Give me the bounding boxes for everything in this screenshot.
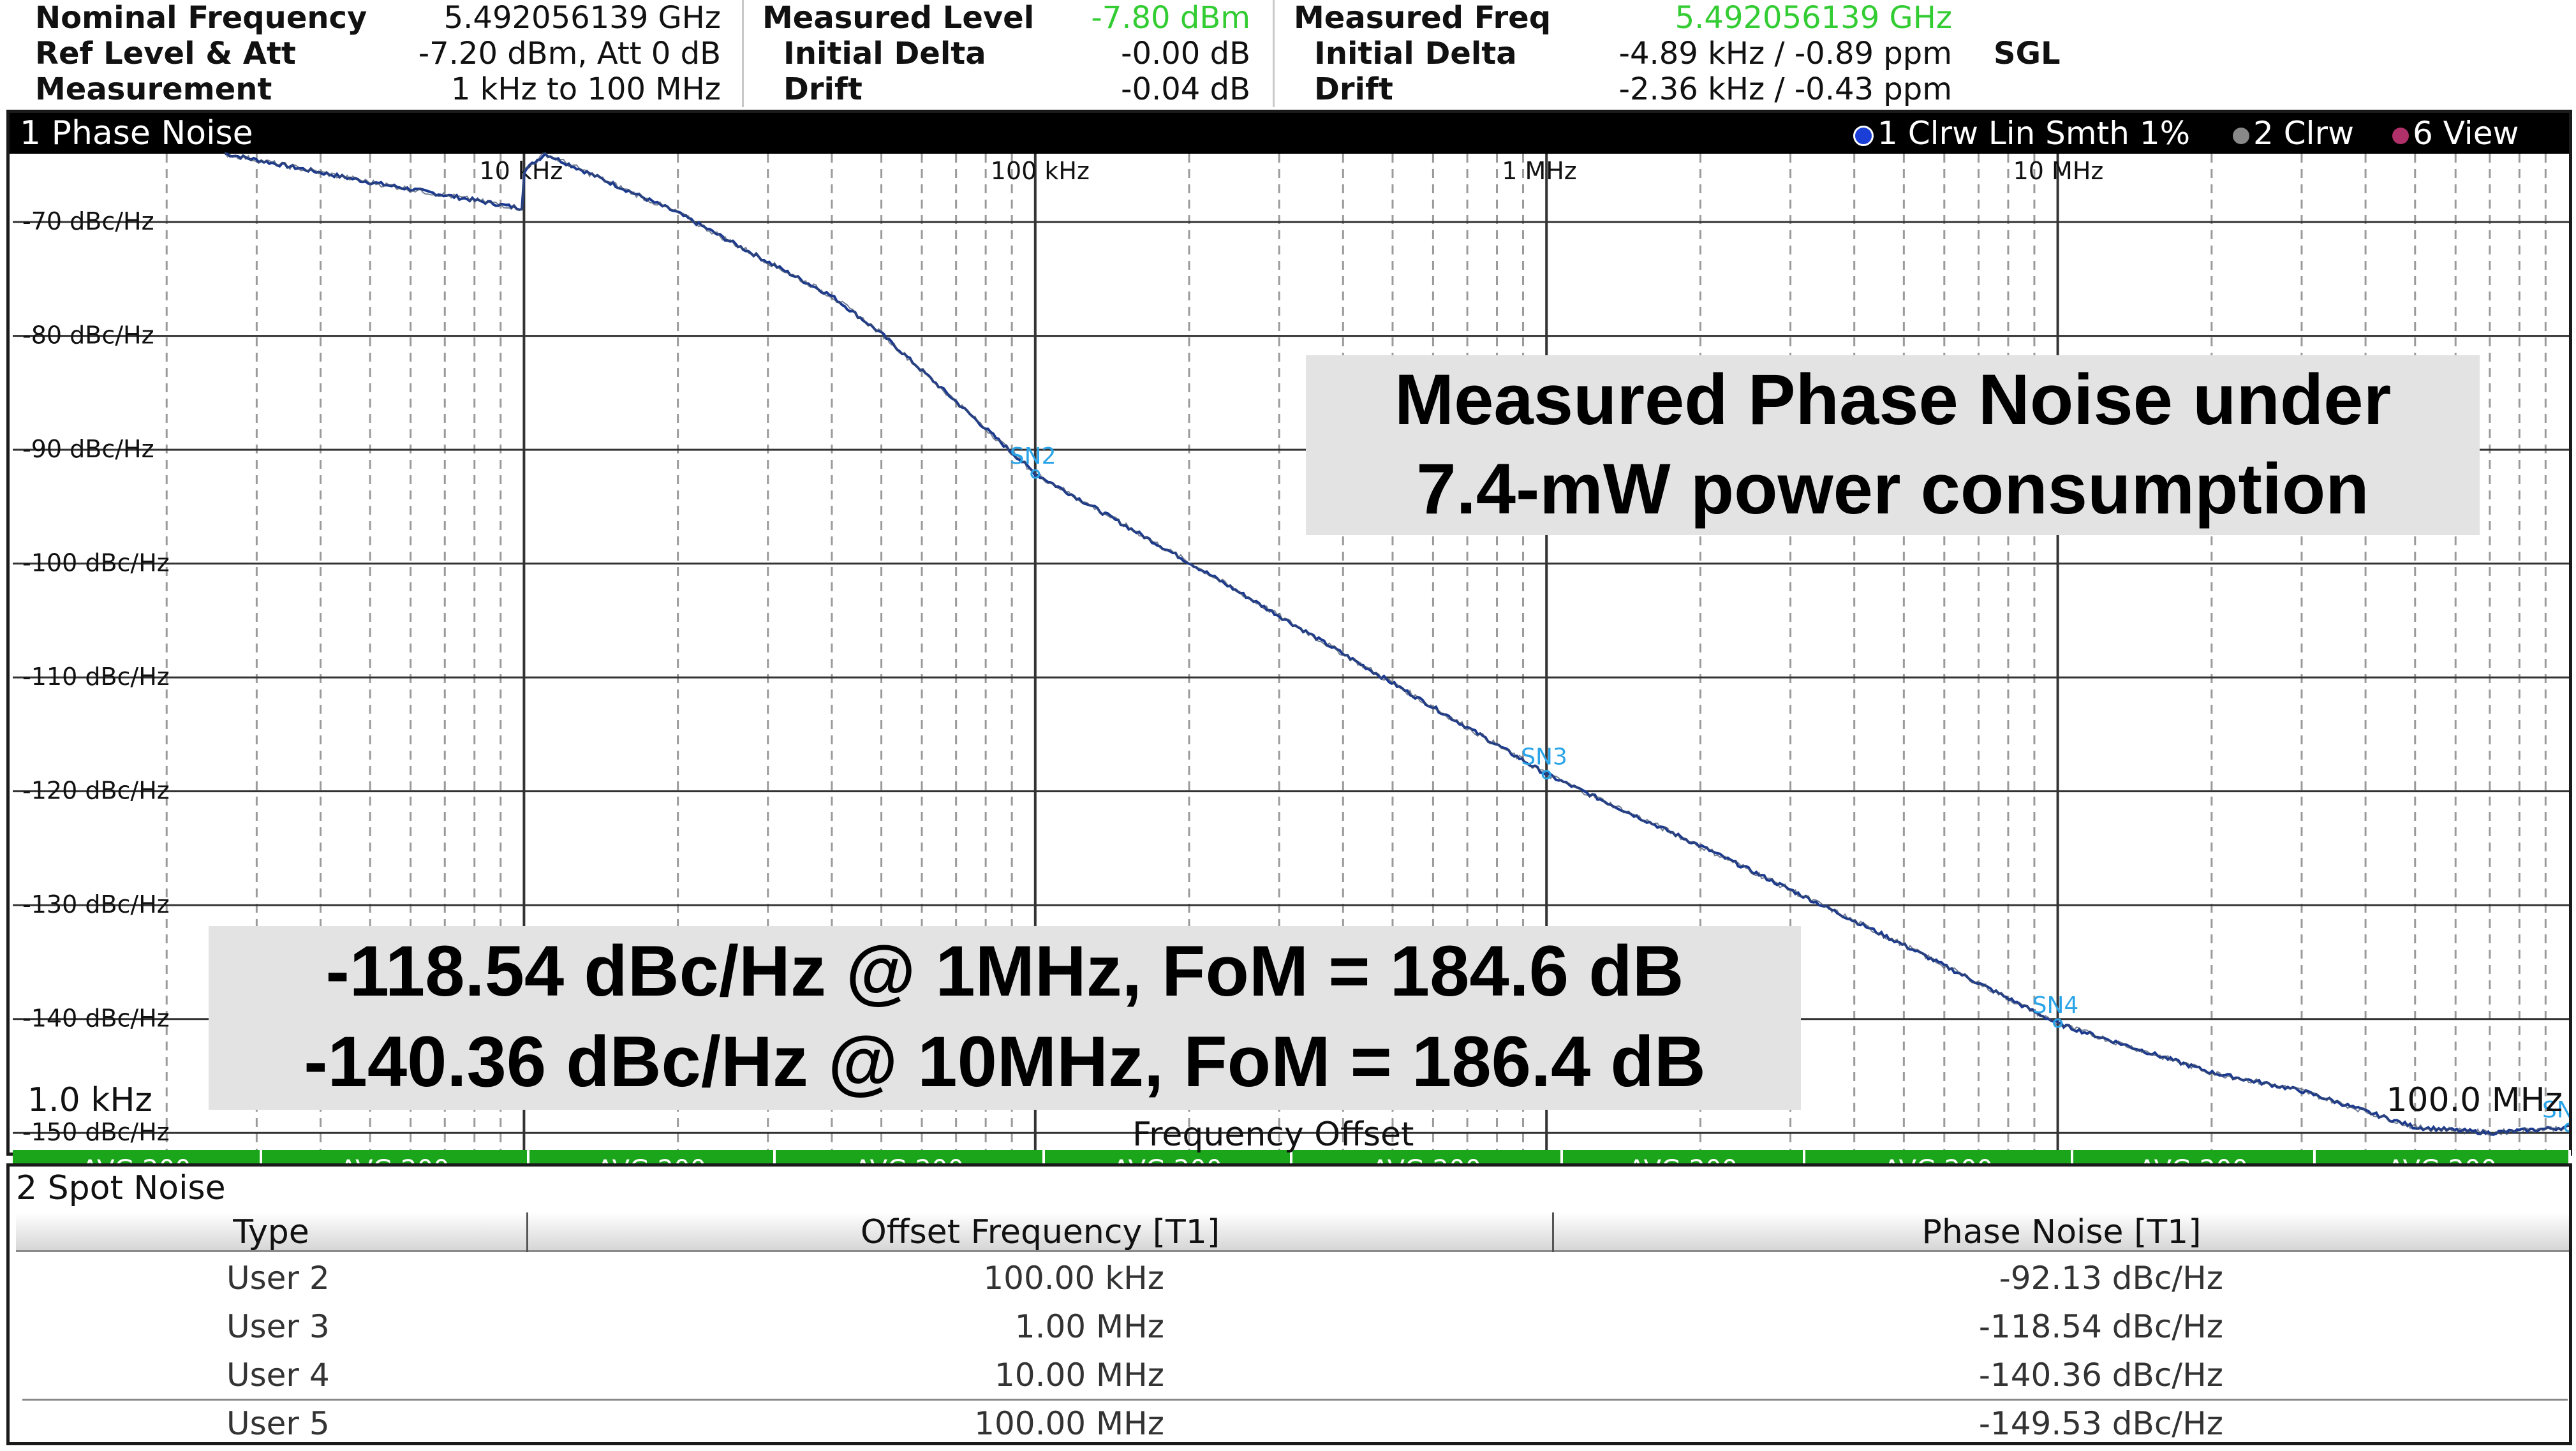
level-drift-value: -0.04 dB (1121, 71, 1250, 107)
spot-noise-title: 2 Spot Noise (16, 1169, 226, 1207)
measurement-label: Measurement (35, 71, 272, 107)
sweep-mode-badge[interactable]: SGL (1994, 36, 2061, 71)
y-tick-label: -80 dBc/Hz (22, 321, 154, 350)
table-cell-type[interactable]: User 3 (226, 1303, 330, 1350)
freq-drift-label: Drift (1314, 71, 1393, 107)
table-cell-noise[interactable]: -118.54 dBc/Hz (1860, 1303, 2223, 1350)
y-tick-label: -100 dBc/Hz (22, 549, 170, 577)
measurement-value: 1 kHz to 100 MHz (450, 71, 721, 107)
x-stop-label: 100.0 MHz (2386, 1081, 2563, 1119)
table-cell-noise[interactable]: -92.13 dBc/Hz (1860, 1255, 2223, 1302)
marker-label: SN4 (2032, 992, 2079, 1019)
freq-initial-delta-value: -4.89 kHz / -0.89 ppm (1618, 36, 1952, 71)
table-cell-type[interactable]: User 2 (226, 1255, 330, 1302)
annotation-fom: -118.54 dBc/Hz @ 1MHz, FoM = 184.6 dB -1… (209, 926, 1801, 1110)
x-tick-label: 10 kHz (479, 157, 563, 185)
annotation-line: -118.54 dBc/Hz @ 1MHz, FoM = 184.6 dB (325, 931, 1684, 1011)
x-axis-title: Frequency Offset (1132, 1116, 1414, 1154)
x-tick-label: 1 MHz (1502, 157, 1577, 185)
y-tick-label: -150 dBc/Hz (22, 1118, 170, 1146)
x-start-label: 1.0 kHz (27, 1081, 152, 1119)
header-divider (742, 0, 744, 107)
measured-freq-label: Measured Freq (1294, 0, 1551, 36)
table-cell-offset[interactable]: 100.00 kHz (775, 1255, 1164, 1302)
marker-label: SN2 (1010, 443, 1056, 469)
freq-drift-value: -2.36 kHz / -0.43 ppm (1618, 71, 1952, 107)
measured-level-value: -7.80 dBm (1091, 0, 1250, 36)
level-initial-delta-label: Initial Delta (783, 36, 986, 71)
x-tick-label: 10 MHz (2013, 157, 2104, 185)
column-header-offset[interactable]: Offset Frequency [T1] (528, 1212, 1552, 1252)
annotation-line: -140.36 dBc/Hz @ 10MHz, FoM = 186.4 dB (304, 1022, 1706, 1101)
column-header-noise[interactable]: Phase Noise [T1] (1554, 1212, 2569, 1252)
ref-level-label: Ref Level & Att (35, 36, 296, 71)
level-drift-label: Drift (783, 71, 862, 107)
y-tick-label: -90 dBc/Hz (22, 435, 154, 463)
table-cell-noise[interactable]: -140.36 dBc/Hz (1860, 1352, 2223, 1399)
marker-label: SN3 (1521, 744, 1567, 770)
x-axis-labels: 10 kHz 100 kHz 1 MHz 10 MHz (479, 157, 2103, 185)
y-tick-label: -120 dBc/Hz (22, 777, 170, 805)
annotation-line: Measured Phase Noise under (1394, 360, 2392, 439)
table-cell-offset[interactable]: 1.00 MHz (775, 1303, 1164, 1350)
level-initial-delta-value: -0.00 dB (1121, 36, 1250, 71)
x-tick-label: 100 kHz (991, 157, 1090, 185)
table-cell-type[interactable]: User 5 (226, 1400, 330, 1447)
table-cell-noise[interactable]: -149.53 dBc/Hz (1860, 1400, 2223, 1447)
nominal-frequency-label: Nominal Frequency (35, 0, 367, 36)
phase-noise-window[interactable]: 1 Phase Noise 1 Clrw Lin Smth 1% 2 Clrw … (6, 110, 2572, 1190)
ref-level-value: -7.20 dBm, Att 0 dB (418, 36, 721, 71)
table-cell-offset[interactable]: 100.00 MHz (775, 1400, 1164, 1447)
annotation-power-consumption: Measured Phase Noise under 7.4-mW power … (1306, 355, 2480, 535)
y-axis-labels: -70 dBc/Hz -80 dBc/Hz -90 dBc/Hz -100 dBc/H… (22, 207, 170, 1146)
spot-noise-window[interactable]: 2 Spot Noise Type Offset Frequency [T1] … (6, 1163, 2572, 1445)
nominal-frequency-value: 5.492056139 GHz (443, 0, 721, 36)
table-cell-offset[interactable]: 10.00 MHz (775, 1352, 1164, 1399)
freq-initial-delta-label: Initial Delta (1314, 36, 1517, 71)
y-tick-label: -140 dBc/Hz (22, 1005, 170, 1033)
y-tick-label: -70 dBc/Hz (22, 207, 154, 235)
measured-freq-value: 5.492056139 GHz (1675, 0, 1952, 36)
measured-level-label: Measured Level (762, 0, 1035, 36)
column-header-type[interactable]: Type (16, 1212, 526, 1252)
table-cell-type[interactable]: User 4 (226, 1352, 330, 1399)
y-tick-label: -110 dBc/Hz (22, 663, 170, 691)
header-divider (1273, 0, 1275, 107)
y-tick-label: -130 dBc/Hz (22, 890, 170, 918)
annotation-line: 7.4-mW power consumption (1416, 449, 2369, 529)
